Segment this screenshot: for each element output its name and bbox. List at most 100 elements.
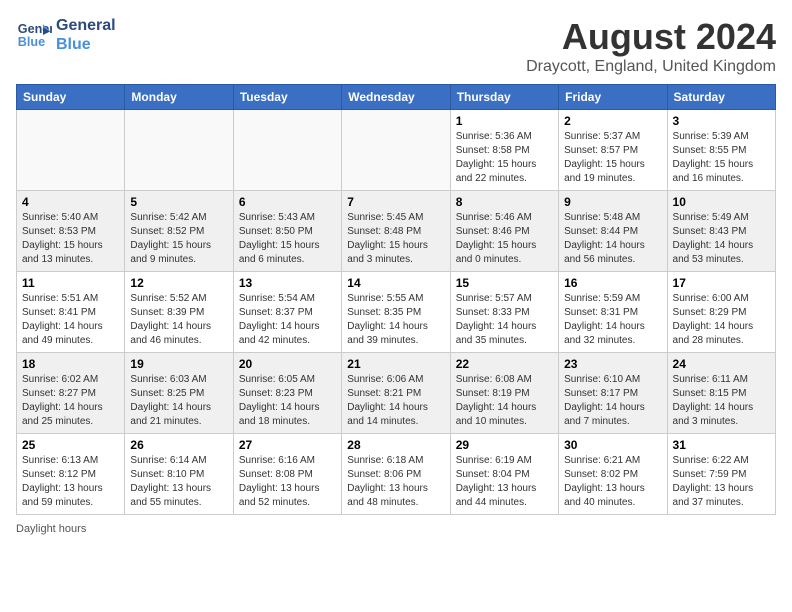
day-info: Sunrise: 6:03 AM Sunset: 8:25 PM Dayligh… — [130, 373, 227, 429]
calendar-week-row: 25 Sunrise: 6:13 AM Sunset: 8:12 PM Dayli… — [17, 434, 776, 515]
day-number: 19 — [130, 357, 227, 371]
calendar-cell: 17 Sunrise: 6:00 AM Sunset: 8:29 PM Dayli… — [667, 272, 775, 353]
day-number: 15 — [456, 276, 553, 290]
calendar-cell: 18 Sunrise: 6:02 AM Sunset: 8:27 PM Dayli… — [17, 353, 125, 434]
calendar-cell: 2 Sunrise: 5:37 AM Sunset: 8:57 PM Daylig… — [559, 110, 667, 191]
day-info: Sunrise: 6:13 AM Sunset: 8:12 PM Dayligh… — [22, 454, 119, 510]
day-of-week-header: Monday — [125, 85, 233, 110]
day-info: Sunrise: 5:40 AM Sunset: 8:53 PM Dayligh… — [22, 211, 119, 267]
calendar-cell: 11Sunrise: 5:51 AM Sunset: 8:41 PM Dayli… — [17, 272, 125, 353]
day-number: 29 — [456, 438, 553, 452]
day-of-week-header: Saturday — [667, 85, 775, 110]
calendar-cell: 27Sunrise: 6:16 AM Sunset: 8:08 PM Dayli… — [233, 434, 341, 515]
calendar-cell: 23Sunrise: 6:10 AM Sunset: 8:17 PM Dayli… — [559, 353, 667, 434]
day-info: Sunrise: 5:57 AM Sunset: 8:33 PM Dayligh… — [456, 292, 553, 348]
day-number: 18 — [22, 357, 119, 371]
day-number: 6 — [239, 195, 336, 209]
day-info: Sunrise: 5:55 AM Sunset: 8:35 PM Dayligh… — [347, 292, 444, 348]
day-info: Sunrise: 6:18 AM Sunset: 8:06 PM Dayligh… — [347, 454, 444, 510]
day-of-week-header: Wednesday — [342, 85, 450, 110]
day-number: 24 — [673, 357, 770, 371]
day-info: Sunrise: 5:48 AM Sunset: 8:44 PM Dayligh… — [564, 211, 661, 267]
day-info: Sunrise: 5:49 AM Sunset: 8:43 PM Dayligh… — [673, 211, 770, 267]
day-number: 13 — [239, 276, 336, 290]
calendar-cell: 13 Sunrise: 5:54 AM Sunset: 8:37 PM Dayli… — [233, 272, 341, 353]
calendar-cell — [125, 110, 233, 191]
day-of-week-header: Tuesday — [233, 85, 341, 110]
day-info: Sunrise: 5:46 AM Sunset: 8:46 PM Dayligh… — [456, 211, 553, 267]
subtitle: Draycott, England, United Kingdom — [526, 58, 776, 76]
calendar-cell: 10 Sunrise: 5:49 AM Sunset: 8:43 PM Dayli… — [667, 191, 775, 272]
calendar-body: 1Sunrise: 5:36 AM Sunset: 8:58 PM Daylig… — [17, 110, 776, 515]
day-number: 17 — [673, 276, 770, 290]
calendar-cell: 19 Sunrise: 6:03 AM Sunset: 8:25 PM Dayli… — [125, 353, 233, 434]
day-number: 30 — [564, 438, 661, 452]
daylight-label: Daylight hours — [16, 523, 86, 535]
day-info: Sunrise: 5:54 AM Sunset: 8:37 PM Dayligh… — [239, 292, 336, 348]
calendar-cell: 29 Sunrise: 6:19 AM Sunset: 8:04 PM Dayli… — [450, 434, 558, 515]
day-of-week-header: Thursday — [450, 85, 558, 110]
calendar-week-row: 1Sunrise: 5:36 AM Sunset: 8:58 PM Daylig… — [17, 110, 776, 191]
calendar-cell: 4 Sunrise: 5:40 AM Sunset: 8:53 PM Daylig… — [17, 191, 125, 272]
day-of-week-header: Sunday — [17, 85, 125, 110]
day-number: 10 — [673, 195, 770, 209]
calendar-cell: 14 Sunrise: 5:55 AM Sunset: 8:35 PM Dayli… — [342, 272, 450, 353]
day-number: 25 — [22, 438, 119, 452]
day-number: 16 — [564, 276, 661, 290]
day-info: Sunrise: 6:02 AM Sunset: 8:27 PM Dayligh… — [22, 373, 119, 429]
calendar-cell: 16 Sunrise: 5:59 AM Sunset: 8:31 PM Dayli… — [559, 272, 667, 353]
day-info: Sunrise: 6:06 AM Sunset: 8:21 PM Dayligh… — [347, 373, 444, 429]
calendar-cell: 8 Sunrise: 5:46 AM Sunset: 8:46 PM Daylig… — [450, 191, 558, 272]
day-info: Sunrise: 5:39 AM Sunset: 8:55 PM Dayligh… — [673, 130, 770, 186]
day-number: 2 — [564, 114, 661, 128]
calendar-cell: 12Sunrise: 5:52 AM Sunset: 8:39 PM Dayli… — [125, 272, 233, 353]
day-info: Sunrise: 5:52 AM Sunset: 8:39 PM Dayligh… — [130, 292, 227, 348]
calendar-cell: 21 Sunrise: 6:06 AM Sunset: 8:21 PM Dayli… — [342, 353, 450, 434]
day-number: 7 — [347, 195, 444, 209]
day-number: 8 — [456, 195, 553, 209]
day-number: 4 — [22, 195, 119, 209]
day-info: Sunrise: 6:21 AM Sunset: 8:02 PM Dayligh… — [564, 454, 661, 510]
day-info: Sunrise: 6:14 AM Sunset: 8:10 PM Dayligh… — [130, 454, 227, 510]
day-info: Sunrise: 5:45 AM Sunset: 8:48 PM Dayligh… — [347, 211, 444, 267]
day-info: Sunrise: 6:00 AM Sunset: 8:29 PM Dayligh… — [673, 292, 770, 348]
day-info: Sunrise: 5:37 AM Sunset: 8:57 PM Dayligh… — [564, 130, 661, 186]
calendar-header: SundayMondayTuesdayWednesdayThursdayFrid… — [17, 85, 776, 110]
day-number: 21 — [347, 357, 444, 371]
calendar-week-row: 11Sunrise: 5:51 AM Sunset: 8:41 PM Dayli… — [17, 272, 776, 353]
calendar-cell: 30 Sunrise: 6:21 AM Sunset: 8:02 PM Dayli… — [559, 434, 667, 515]
logo-icon: General Blue — [16, 17, 52, 53]
day-number: 3 — [673, 114, 770, 128]
day-number: 5 — [130, 195, 227, 209]
calendar-cell — [17, 110, 125, 191]
day-info: Sunrise: 6:11 AM Sunset: 8:15 PM Dayligh… — [673, 373, 770, 429]
day-info: Sunrise: 5:59 AM Sunset: 8:31 PM Dayligh… — [564, 292, 661, 348]
day-number: 11 — [22, 276, 119, 290]
calendar-cell: 20Sunrise: 6:05 AM Sunset: 8:23 PM Dayli… — [233, 353, 341, 434]
day-info: Sunrise: 5:42 AM Sunset: 8:52 PM Dayligh… — [130, 211, 227, 267]
day-number: 1 — [456, 114, 553, 128]
day-number: 20 — [239, 357, 336, 371]
main-title: August 2024 — [526, 16, 776, 58]
calendar-cell: 3 Sunrise: 5:39 AM Sunset: 8:55 PM Daylig… — [667, 110, 775, 191]
calendar-table: SundayMondayTuesdayWednesdayThursdayFrid… — [16, 84, 776, 515]
page-header: General Blue General Blue August 2024 Dr… — [16, 16, 776, 76]
calendar-cell: 5 Sunrise: 5:42 AM Sunset: 8:52 PM Daylig… — [125, 191, 233, 272]
calendar-cell: 1Sunrise: 5:36 AM Sunset: 8:58 PM Daylig… — [450, 110, 558, 191]
calendar-week-row: 4 Sunrise: 5:40 AM Sunset: 8:53 PM Daylig… — [17, 191, 776, 272]
day-number: 9 — [564, 195, 661, 209]
title-section: August 2024 Draycott, England, United Ki… — [526, 16, 776, 76]
day-number: 31 — [673, 438, 770, 452]
day-info: Sunrise: 6:19 AM Sunset: 8:04 PM Dayligh… — [456, 454, 553, 510]
day-number: 27 — [239, 438, 336, 452]
day-info: Sunrise: 6:22 AM Sunset: 7:59 PM Dayligh… — [673, 454, 770, 510]
logo-blue: Blue — [56, 35, 116, 54]
calendar-cell — [233, 110, 341, 191]
day-number: 26 — [130, 438, 227, 452]
calendar-cell: 22Sunrise: 6:08 AM Sunset: 8:19 PM Dayli… — [450, 353, 558, 434]
calendar-cell: 31 Sunrise: 6:22 AM Sunset: 7:59 PM Dayli… — [667, 434, 775, 515]
day-number: 14 — [347, 276, 444, 290]
calendar-cell: 24 Sunrise: 6:11 AM Sunset: 8:15 PM Dayli… — [667, 353, 775, 434]
header-row: SundayMondayTuesdayWednesdayThursdayFrid… — [17, 85, 776, 110]
svg-text:Blue: Blue — [18, 35, 45, 49]
